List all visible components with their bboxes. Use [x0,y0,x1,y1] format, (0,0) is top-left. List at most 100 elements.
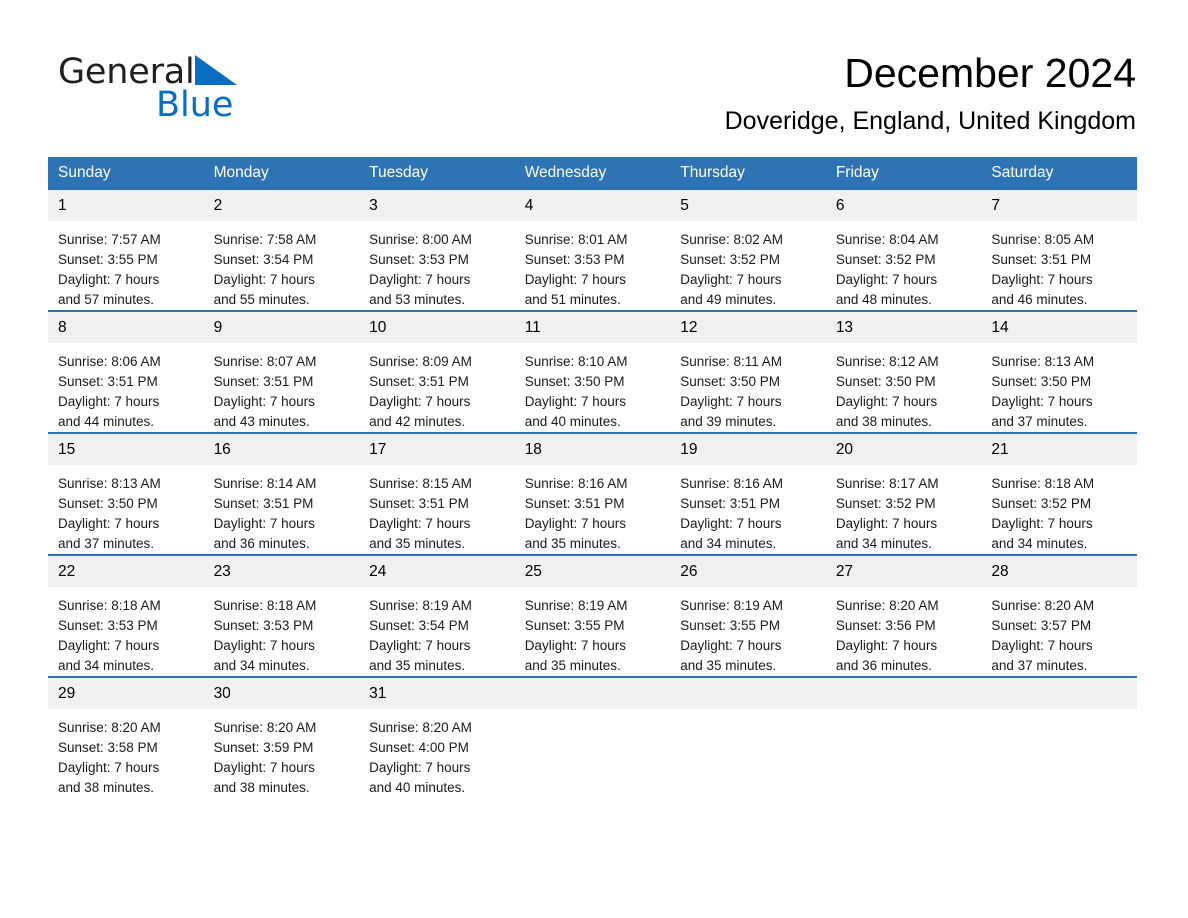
day-cell[interactable]: 10 Sunrise: 8:09 AM Sunset: 3:51 PM Dayl… [359,310,515,433]
day-cell[interactable]: 2 Sunrise: 7:58 AM Sunset: 3:54 PM Dayli… [203,190,360,311]
day-cell[interactable]: 17 Sunrise: 8:15 AM Sunset: 3:51 PM Dayl… [359,432,515,555]
sunrise-sunset-calendar-table: Sunday Monday Tuesday Wednesday Thursday… [48,157,1137,798]
sunrise-text: Sunrise: 8:04 AM [835,232,939,247]
day-cell[interactable]: 18 Sunrise: 8:16 AM Sunset: 3:51 PM Dayl… [514,432,671,555]
day-cell[interactable]: 30 Sunrise: 8:20 AM Sunset: 3:59 PM Dayl… [203,676,360,798]
day-number: 9 [203,312,360,343]
day-cell[interactable]: 16 Sunrise: 8:14 AM Sunset: 3:51 PM Dayl… [203,432,360,555]
day-number [514,678,671,709]
day-cell[interactable]: 25 Sunrise: 8:19 AM Sunset: 3:55 PM Dayl… [514,554,671,677]
day-number [981,678,1137,709]
daylight-text-line1: Daylight: 7 hours [369,760,471,775]
daylight-text-line1: Daylight: 7 hours [58,638,160,653]
day-info: Sunrise: 8:20 AM Sunset: 3:56 PM Dayligh… [826,587,982,676]
calendar-week-row: 29 Sunrise: 8:20 AM Sunset: 3:58 PM Dayl… [48,676,1137,798]
sunrise-text: Sunrise: 8:15 AM [369,476,472,491]
sunset-text: Sunset: 3:51 PM [58,374,158,389]
daylight-text-line1: Daylight: 7 hours [991,272,1093,287]
day-cell[interactable]: 23 Sunrise: 8:18 AM Sunset: 3:53 PM Dayl… [203,554,360,677]
day-cell[interactable]: 14 Sunrise: 8:13 AM Sunset: 3:50 PM Dayl… [981,310,1137,433]
day-number: 30 [203,678,360,709]
sunrise-text: Sunrise: 7:58 AM [213,232,317,247]
sunrise-text: Sunrise: 8:20 AM [213,720,317,735]
sunset-text: Sunset: 4:00 PM [369,740,469,755]
day-cell[interactable]: 20 Sunrise: 8:17 AM Sunset: 3:52 PM Dayl… [825,432,982,555]
day-cell[interactable]: 13 Sunrise: 8:12 AM Sunset: 3:50 PM Dayl… [825,310,982,433]
day-info: Sunrise: 8:20 AM Sunset: 3:59 PM Dayligh… [204,709,360,798]
sunrise-text: Sunrise: 8:14 AM [213,476,317,491]
day-number: 14 [981,312,1137,343]
calendar-week-row: 22 Sunrise: 8:18 AM Sunset: 3:53 PM Dayl… [48,554,1137,677]
calendar-week-row: 15 Sunrise: 8:13 AM Sunset: 3:50 PM Dayl… [48,432,1137,555]
day-number: 6 [825,190,982,221]
day-info: Sunrise: 8:20 AM Sunset: 3:57 PM Dayligh… [981,587,1137,676]
day-info: Sunrise: 8:15 AM Sunset: 3:51 PM Dayligh… [359,465,515,554]
daylight-text-line1: Daylight: 7 hours [58,760,160,775]
day-cell[interactable]: 27 Sunrise: 8:20 AM Sunset: 3:56 PM Dayl… [825,554,982,677]
sunset-text: Sunset: 3:55 PM [680,618,781,633]
daylight-text-line1: Daylight: 7 hours [213,760,315,775]
sunrise-text: Sunrise: 8:18 AM [58,598,161,613]
day-cell[interactable]: 29 Sunrise: 8:20 AM Sunset: 3:58 PM Dayl… [48,676,204,798]
daylight-text-line1: Daylight: 7 hours [680,638,782,653]
day-number: 18 [514,434,671,465]
day-cell[interactable]: 8 Sunrise: 8:06 AM Sunset: 3:51 PM Dayli… [48,310,204,433]
daylight-text-line2: and 51 minutes. [524,292,621,307]
day-cell[interactable]: 12 Sunrise: 8:11 AM Sunset: 3:50 PM Dayl… [670,310,826,433]
daylight-text-line1: Daylight: 7 hours [835,516,938,531]
day-info: Sunrise: 8:19 AM Sunset: 3:54 PM Dayligh… [359,587,515,676]
day-cell[interactable]: 26 Sunrise: 8:19 AM Sunset: 3:55 PM Dayl… [670,554,826,677]
daylight-text-line2: and 46 minutes. [991,292,1088,307]
day-info: Sunrise: 8:01 AM Sunset: 3:53 PM Dayligh… [515,221,671,310]
day-cell[interactable]: 24 Sunrise: 8:19 AM Sunset: 3:54 PM Dayl… [359,554,515,677]
day-cell[interactable]: 3 Sunrise: 8:00 AM Sunset: 3:53 PM Dayli… [359,190,515,311]
daylight-text-line2: and 35 minutes. [369,536,466,551]
day-number: 22 [48,556,204,587]
day-info: Sunrise: 8:18 AM Sunset: 3:52 PM Dayligh… [981,465,1137,554]
day-cell[interactable]: 11 Sunrise: 8:10 AM Sunset: 3:50 PM Dayl… [514,310,671,433]
sunrise-text: Sunrise: 8:18 AM [991,476,1095,491]
sunrise-text: Sunrise: 8:16 AM [524,476,628,491]
daylight-text-line2: and 49 minutes. [680,292,777,307]
daylight-text-line2: and 34 minutes. [213,658,310,673]
day-cell[interactable]: 31 Sunrise: 8:20 AM Sunset: 4:00 PM Dayl… [359,676,515,798]
sunrise-text: Sunrise: 8:20 AM [58,720,161,735]
sunset-text: Sunset: 3:55 PM [524,618,625,633]
daylight-text-line2: and 38 minutes. [213,780,310,795]
day-number: 28 [981,556,1137,587]
daylight-text-line2: and 35 minutes. [680,658,777,673]
sunset-text: Sunset: 3:51 PM [680,496,781,511]
day-cell[interactable]: 6 Sunrise: 8:04 AM Sunset: 3:52 PM Dayli… [825,190,982,311]
day-cell[interactable]: 1 Sunrise: 7:57 AM Sunset: 3:55 PM Dayli… [48,190,204,311]
sunrise-text: Sunrise: 8:19 AM [524,598,628,613]
day-info: Sunrise: 8:16 AM Sunset: 3:51 PM Dayligh… [515,465,671,554]
sunrise-text: Sunrise: 8:19 AM [369,598,472,613]
day-cell[interactable]: 28 Sunrise: 8:20 AM Sunset: 3:57 PM Dayl… [981,554,1137,677]
day-cell[interactable]: 21 Sunrise: 8:18 AM Sunset: 3:52 PM Dayl… [981,432,1137,555]
day-info: Sunrise: 8:20 AM Sunset: 4:00 PM Dayligh… [359,709,515,798]
day-info: Sunrise: 8:16 AM Sunset: 3:51 PM Dayligh… [670,465,826,554]
title-block: December 2024 Doveridge, England, United… [725,48,1136,138]
day-number: 23 [203,556,360,587]
sunset-text: Sunset: 3:58 PM [58,740,158,755]
day-cell[interactable]: 15 Sunrise: 8:13 AM Sunset: 3:50 PM Dayl… [48,432,204,555]
daylight-text-line2: and 38 minutes. [58,780,155,795]
daylight-text-line2: and 43 minutes. [213,414,310,429]
sunrise-text: Sunrise: 8:20 AM [369,720,472,735]
day-cell[interactable]: 5 Sunrise: 8:02 AM Sunset: 3:52 PM Dayli… [670,190,826,311]
day-cell[interactable]: 22 Sunrise: 8:18 AM Sunset: 3:53 PM Dayl… [48,554,204,677]
day-number: 8 [48,312,204,343]
day-number: 1 [48,190,204,221]
daylight-text-line2: and 35 minutes. [369,658,466,673]
sunset-text: Sunset: 3:51 PM [369,496,469,511]
sunset-text: Sunset: 3:50 PM [58,496,158,511]
day-cell[interactable]: 4 Sunrise: 8:01 AM Sunset: 3:53 PM Dayli… [514,190,671,311]
day-cell[interactable]: 7 Sunrise: 8:05 AM Sunset: 3:51 PM Dayli… [981,190,1137,311]
day-cell[interactable]: 19 Sunrise: 8:16 AM Sunset: 3:51 PM Dayl… [670,432,826,555]
daylight-text-line1: Daylight: 7 hours [524,272,626,287]
day-number: 12 [670,312,826,343]
day-cell[interactable]: 9 Sunrise: 8:07 AM Sunset: 3:51 PM Dayli… [203,310,360,433]
sunrise-text: Sunrise: 8:00 AM [369,232,472,247]
sunrise-text: Sunrise: 8:18 AM [213,598,317,613]
sunrise-text: Sunrise: 8:05 AM [991,232,1095,247]
